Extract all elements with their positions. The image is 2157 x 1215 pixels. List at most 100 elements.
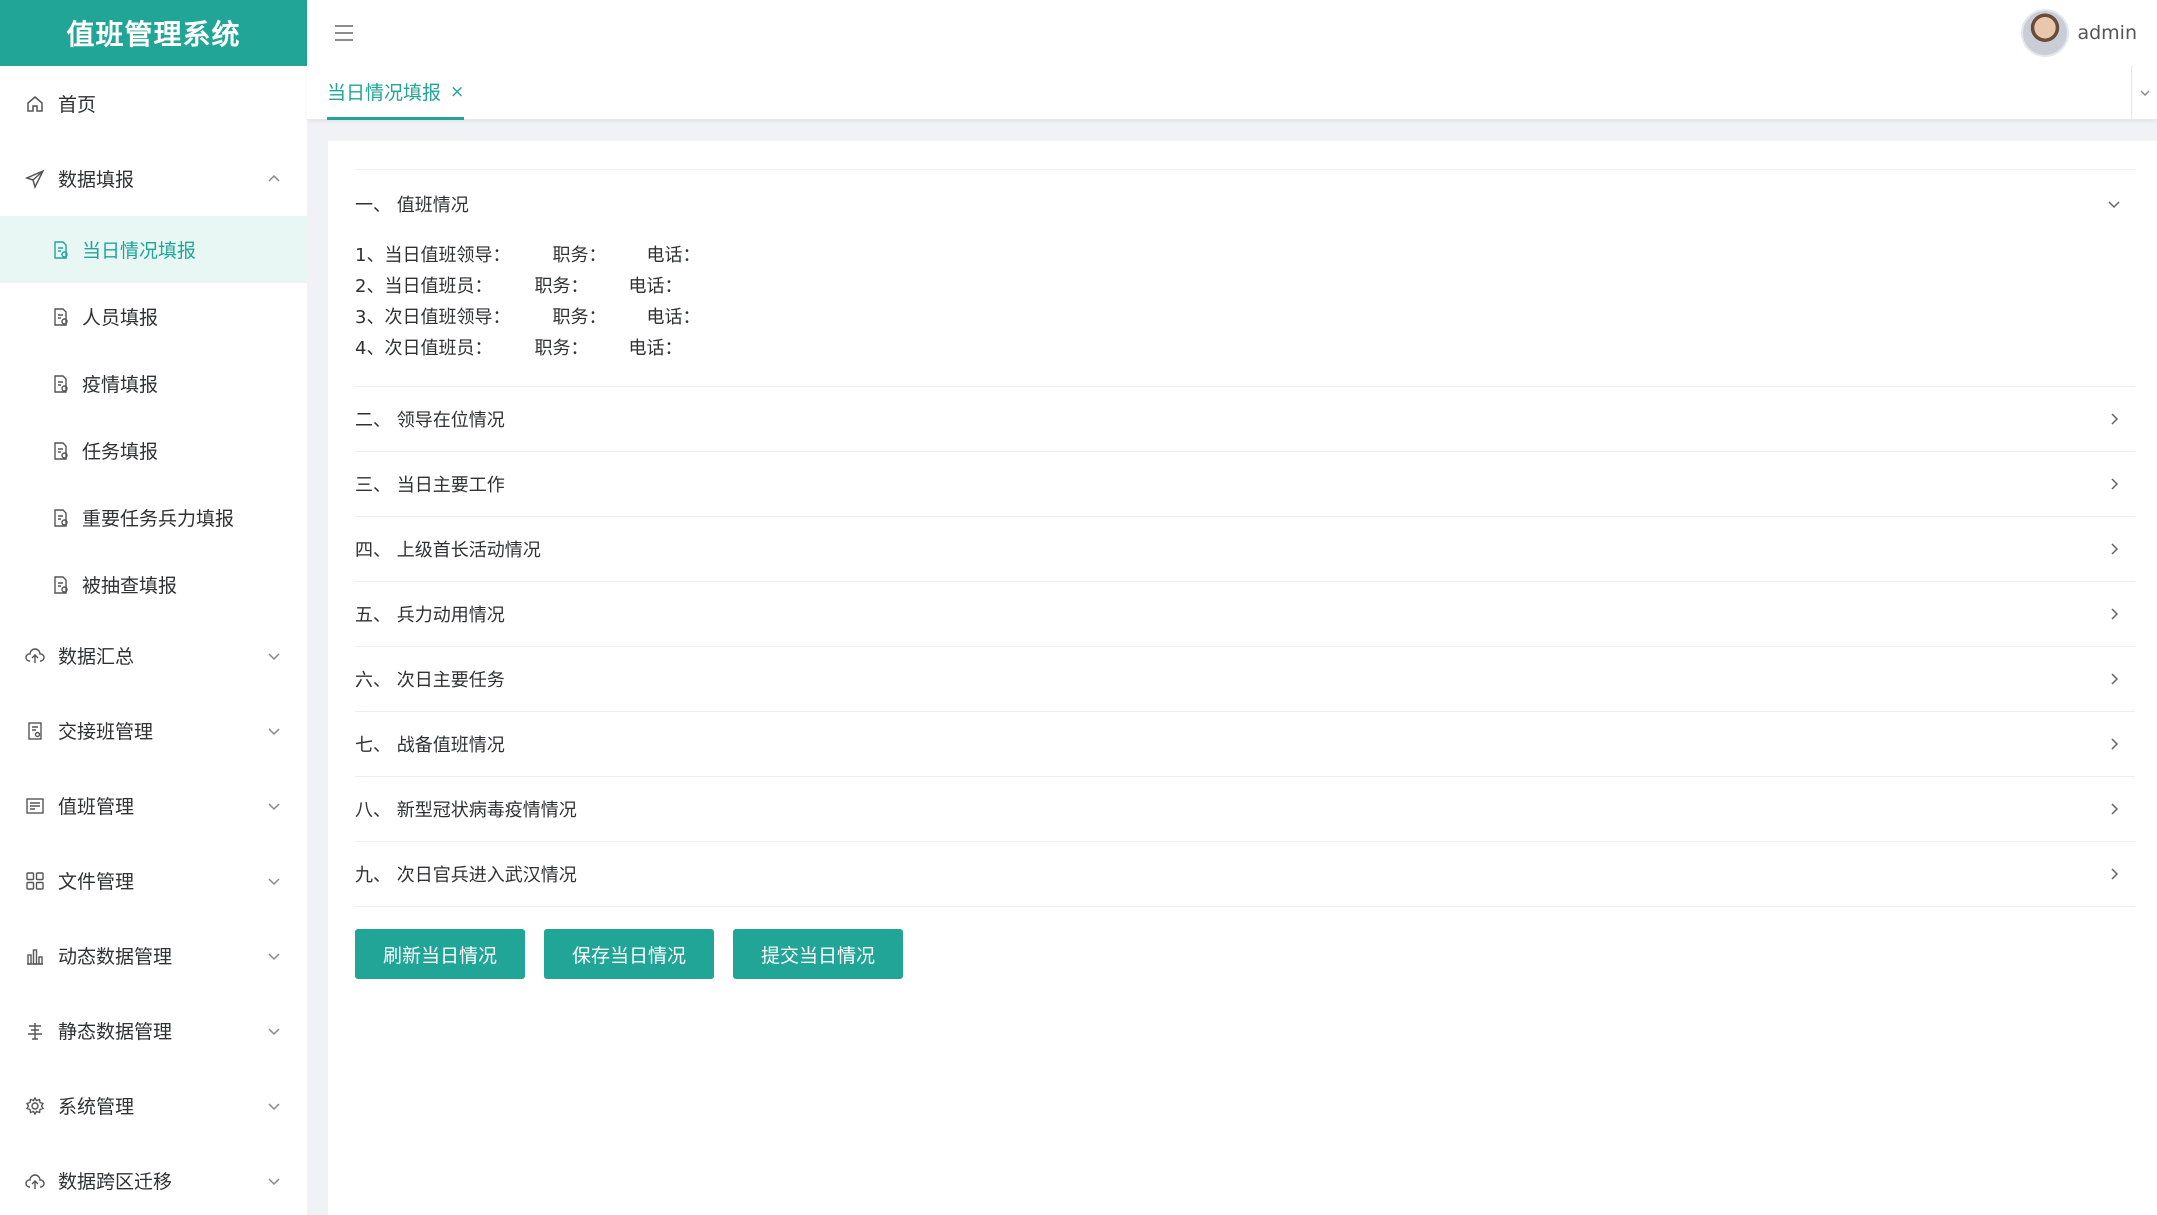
sidebar-subitem-personnel[interactable]: 人员填报	[0, 283, 307, 350]
section-title: 四、 上级首长活动情况	[355, 540, 541, 561]
sidebar-item-data-entry[interactable]: 数据填报	[0, 141, 307, 216]
section-header[interactable]: 二、 领导在位情况	[355, 387, 2135, 451]
section-force-deployment: 五、 兵力动用情况	[355, 582, 2135, 647]
main-panel: 一、 值班情况 1、当日值班领导： 职务： 电话： 2、当日值班员： 职务： 电…	[328, 141, 2157, 1215]
sidebar-subitem-label: 人员填报	[82, 307, 159, 329]
section-title: 九、 次日官兵进入武汉情况	[355, 865, 577, 886]
app-logo-title: 值班管理系统	[0, 0, 307, 66]
duty-phone-label: 电话：	[646, 244, 701, 266]
sidebar-item-label: 数据汇总	[58, 646, 135, 668]
avatar[interactable]	[2021, 9, 2070, 57]
sidebar-item-home[interactable]: 首页	[0, 66, 307, 141]
section-leaders-present: 二、 领导在位情况	[355, 387, 2135, 452]
send-icon	[24, 168, 46, 190]
sidebar-item-dynamic-data[interactable]: 动态数据管理	[0, 918, 307, 993]
submit-button[interactable]: 提交当日情况	[733, 929, 903, 979]
sidebar-subitem-label: 任务填报	[82, 441, 159, 463]
chevron-down-icon	[268, 877, 280, 885]
chevron-down-icon	[268, 727, 280, 735]
file-edit-icon	[50, 373, 72, 395]
tab-menu-toggle[interactable]	[2131, 66, 2157, 120]
user-menu[interactable]: admin	[2021, 9, 2137, 57]
save-button[interactable]: 保存当日情况	[544, 929, 714, 979]
sidebar-item-label: 动态数据管理	[58, 946, 173, 968]
duty-label: 4、次日值班员：	[355, 337, 493, 359]
sidebar-subitem-label: 被抽查填报	[82, 575, 178, 597]
sidebar-subitem-spot-check[interactable]: 被抽查填报	[0, 551, 307, 618]
section-header[interactable]: 六、 次日主要任务	[355, 647, 2135, 711]
chevron-down-icon	[2108, 201, 2120, 209]
document-icon	[24, 720, 46, 742]
chevron-up-icon	[268, 174, 280, 182]
sidebar-item-data-migration[interactable]: 数据跨区迁移	[0, 1143, 307, 1215]
sidebar-item-data-summary[interactable]: 数据汇总	[0, 618, 307, 693]
duty-line: 1、当日值班领导： 职务： 电话：	[355, 238, 2135, 269]
section-title: 一、 值班情况	[355, 195, 469, 216]
duty-position-label: 职务：	[552, 244, 607, 266]
duty-label: 3、次日值班领导：	[355, 306, 511, 328]
section-header[interactable]: 一、 值班情况	[355, 170, 2135, 238]
chevron-right-icon	[2111, 478, 2119, 490]
close-icon[interactable]: ×	[450, 82, 464, 102]
hamburger-icon[interactable]	[333, 22, 355, 44]
duty-label: 1、当日值班领导：	[355, 244, 511, 266]
section-header[interactable]: 七、 战备值班情况	[355, 712, 2135, 776]
section-header[interactable]: 三、 当日主要工作	[355, 452, 2135, 516]
sidebar-subitem-daily-report[interactable]: 当日情况填报	[0, 216, 307, 283]
sidebar-subitem-task[interactable]: 任务填报	[0, 417, 307, 484]
section-title: 八、 新型冠状病毒疫情情况	[355, 800, 577, 821]
sidebar-subitem-label: 重要任务兵力填报	[82, 508, 235, 530]
chevron-down-icon	[268, 802, 280, 810]
duty-phone-label: 电话：	[628, 337, 683, 359]
cloud-icon	[24, 1170, 46, 1192]
tab-daily-report[interactable]: 当日情况填报 ×	[327, 66, 465, 120]
duty-line: 4、次日值班员： 职务： 电话：	[355, 331, 2135, 362]
refresh-button[interactable]: 刷新当日情况	[355, 929, 525, 979]
section-header[interactable]: 五、 兵力动用情况	[355, 582, 2135, 646]
sidebar-item-file-management[interactable]: 文件管理	[0, 843, 307, 918]
collapse-list: 一、 值班情况 1、当日值班领导： 职务： 电话： 2、当日值班员： 职务： 电…	[355, 169, 2135, 979]
duty-position-label: 职务：	[534, 275, 589, 297]
section-superior-activities: 四、 上级首长活动情况	[355, 517, 2135, 582]
section-covid: 八、 新型冠状病毒疫情情况	[355, 777, 2135, 842]
sidebar-item-label: 文件管理	[58, 871, 135, 893]
section-title: 二、 领导在位情况	[355, 410, 505, 431]
chevron-right-icon	[2111, 543, 2119, 555]
duty-label: 2、当日值班员：	[355, 275, 493, 297]
section-title: 七、 战备值班情况	[355, 735, 505, 756]
section-title: 六、 次日主要任务	[355, 670, 505, 691]
section-header[interactable]: 八、 新型冠状病毒疫情情况	[355, 777, 2135, 841]
sidebar-subitem-label: 疫情填报	[82, 374, 159, 396]
duty-phone-label: 电话：	[628, 275, 683, 297]
section-header[interactable]: 四、 上级首长活动情况	[355, 517, 2135, 581]
file-edit-icon	[50, 507, 72, 529]
sidebar-item-duty-management[interactable]: 值班管理	[0, 768, 307, 843]
file-edit-icon	[50, 440, 72, 462]
duty-position-label: 职务：	[534, 337, 589, 359]
chevron-down-icon	[268, 952, 280, 960]
top-header: admin	[307, 0, 2157, 66]
chevron-down-icon	[268, 1027, 280, 1035]
chevron-right-icon	[2111, 608, 2119, 620]
sidebar-item-label: 值班管理	[58, 796, 135, 818]
chevron-down-icon	[2140, 90, 2149, 96]
chevron-down-icon	[268, 1177, 280, 1185]
sidebar: 值班管理系统 首页 数据填报 当日情况填报 人员填报 疫情填报 任务填报 重要任…	[0, 0, 307, 1215]
file-edit-icon	[50, 239, 72, 261]
duty-line: 2、当日值班员： 职务： 电话：	[355, 269, 2135, 300]
chevron-down-icon	[268, 652, 280, 660]
section-next-day-tasks: 六、 次日主要任务	[355, 647, 2135, 712]
sidebar-item-static-data[interactable]: 静态数据管理	[0, 993, 307, 1068]
sidebar-subitem-important-task[interactable]: 重要任务兵力填报	[0, 484, 307, 551]
chevron-right-icon	[2111, 673, 2119, 685]
section-header[interactable]: 九、 次日官兵进入武汉情况	[355, 842, 2135, 906]
chevron-right-icon	[2111, 868, 2119, 880]
sidebar-subitem-epidemic[interactable]: 疫情填报	[0, 350, 307, 417]
sidebar-item-label: 交接班管理	[58, 721, 154, 743]
sidebar-item-shift-handover[interactable]: 交接班管理	[0, 693, 307, 768]
sidebar-item-label: 数据填报	[58, 169, 135, 191]
tab-bar: 当日情况填报 ×	[307, 66, 2157, 120]
tab-label: 当日情况填报	[327, 82, 442, 104]
section-wuhan-entry: 九、 次日官兵进入武汉情况	[355, 842, 2135, 907]
sidebar-item-system-management[interactable]: 系统管理	[0, 1068, 307, 1143]
